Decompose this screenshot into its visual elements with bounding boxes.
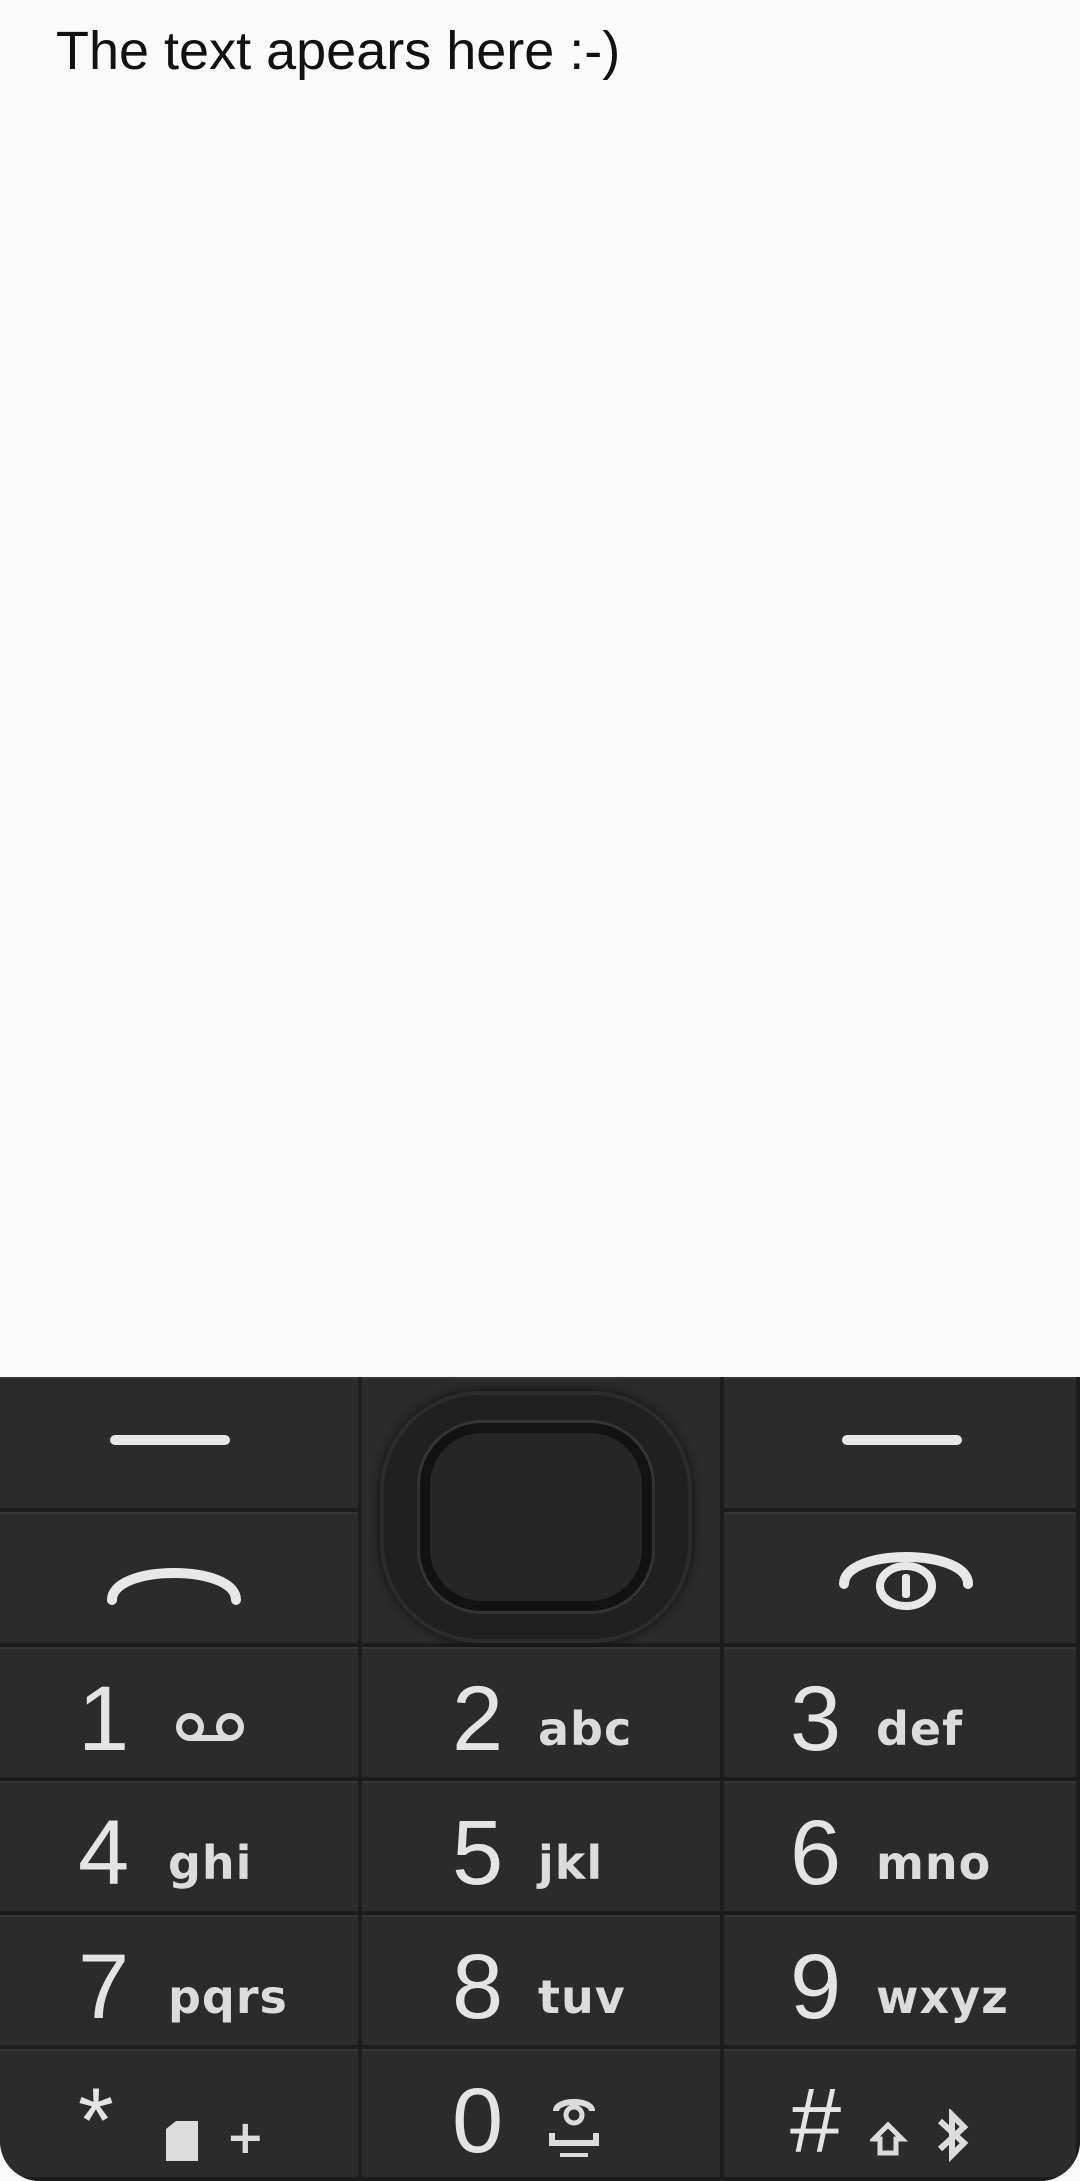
key-9[interactable]: 9 wxyz	[724, 1915, 1080, 2049]
space-icon	[549, 2099, 599, 2157]
key-8-letters: tuv	[538, 1970, 626, 2024]
shift-bluetooth-icon	[870, 2109, 969, 2163]
key-5[interactable]: 5 jkl	[362, 1781, 724, 1915]
power-end-icon	[839, 1552, 973, 1610]
key-3-letters: def	[876, 1702, 964, 1756]
key-6-digit: 6	[790, 1802, 842, 1904]
call-handset-icon	[107, 1568, 241, 1605]
key-star-letters: +	[226, 2110, 266, 2164]
navigation-pad[interactable]	[380, 1391, 692, 1643]
key-8-digit: 8	[452, 1936, 504, 2038]
key-star-digit: *	[78, 2070, 114, 2172]
key-7-digit: 7	[78, 1936, 130, 2038]
key-5-letters: jkl	[538, 1836, 604, 1890]
key-4[interactable]: 4 ghi	[0, 1781, 362, 1915]
key-2-letters: abc	[538, 1702, 633, 1756]
key-8[interactable]: 8 tuv	[362, 1915, 724, 2049]
key-1-digit: 1	[78, 1668, 130, 1770]
key-7-letters: pqrs	[168, 1970, 288, 2024]
call-key[interactable]	[0, 1512, 362, 1647]
sim-icon	[166, 2121, 198, 2161]
key-2[interactable]: 2 abc	[362, 1647, 724, 1781]
key-6[interactable]: 6 mno	[724, 1781, 1080, 1915]
key-3-digit: 3	[790, 1668, 842, 1770]
key-hash[interactable]: #	[724, 2049, 1080, 2181]
key-5-digit: 5	[452, 1802, 504, 1904]
key-9-letters: wxyz	[876, 1970, 1009, 2024]
right-soft-key-bar-icon	[842, 1435, 962, 1445]
voicemail-icon	[176, 1713, 244, 1741]
end-power-key[interactable]	[724, 1512, 1080, 1647]
phone-keypad: 1 2 abc 3 def 4 ghi 5 jkl 6 mno 7 pqrs 8…	[0, 1377, 1080, 2181]
key-3[interactable]: 3 def	[724, 1647, 1080, 1781]
key-6-letters: mno	[876, 1836, 992, 1890]
left-soft-key[interactable]	[0, 1377, 362, 1512]
key-1[interactable]: 1	[0, 1647, 362, 1781]
key-4-letters: ghi	[168, 1836, 253, 1890]
key-star[interactable]: * +	[0, 2049, 362, 2181]
right-soft-key[interactable]	[724, 1377, 1080, 1512]
display-text: The text apears here :-)	[56, 21, 621, 81]
left-soft-key-bar-icon	[110, 1435, 230, 1445]
key-2-digit: 2	[452, 1668, 504, 1770]
key-0-digit: 0	[452, 2070, 504, 2172]
navigation-select-button[interactable]	[420, 1423, 652, 1611]
key-9-digit: 9	[790, 1936, 842, 2038]
key-0[interactable]: 0	[362, 2049, 724, 2181]
key-hash-digit: #	[790, 2070, 842, 2172]
key-4-digit: 4	[78, 1802, 130, 1904]
key-7[interactable]: 7 pqrs	[0, 1915, 362, 2049]
